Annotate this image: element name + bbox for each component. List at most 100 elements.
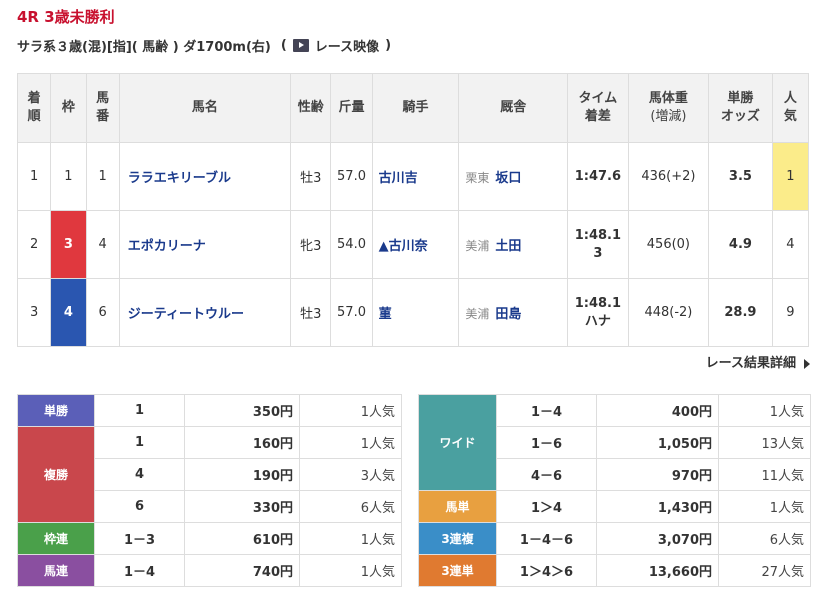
jockey-link[interactable]: 古川吉 (379, 171, 418, 186)
bet-type-label: 複勝 (17, 426, 95, 523)
combination: 1－4－6 (496, 522, 597, 555)
header-name: 馬名 (118, 73, 292, 143)
stable-cell: 栗東 坂口 (458, 142, 569, 211)
carried-weight: 57.0 (330, 142, 373, 211)
jockey-link[interactable]: 菫 (379, 307, 392, 322)
payout-popularity: 1人気 (718, 490, 811, 523)
payout-row: 複勝 1 160円 1人気 (17, 426, 402, 523)
combination: 1 (94, 394, 185, 427)
payout-popularity: 3人気 (299, 458, 402, 491)
bet-type-label: 3連複 (418, 522, 497, 555)
payout-amount: 970円 (596, 458, 719, 491)
race-video-link[interactable]: レース映像 (315, 36, 379, 55)
triangle-right-icon (804, 358, 810, 369)
paren-open: ( (280, 38, 287, 53)
header-sexage: 性齢 (290, 73, 332, 143)
region-label: 美浦 (465, 239, 490, 253)
payout-popularity: 13人気 (718, 426, 811, 459)
horse-name-cell: ジーティートウルー (118, 278, 292, 347)
payout-popularity: 6人気 (299, 490, 402, 523)
header-stable: 厩舎 (458, 73, 569, 143)
combination: 1 (94, 426, 185, 459)
header-odds: 単勝 オッズ (708, 73, 773, 143)
region-label: 美浦 (465, 307, 490, 321)
bet-type-label: 馬単 (418, 490, 497, 523)
header-umaban: 馬番 (85, 73, 120, 143)
bet-type-label: 単勝 (17, 394, 95, 427)
payout-amount: 610円 (184, 522, 300, 555)
body-weight: 436(+2) (627, 142, 710, 211)
popularity: 1 (771, 142, 810, 211)
play-video-icon[interactable] (292, 39, 309, 52)
stable-cell: 美浦 田島 (458, 278, 569, 347)
result-row: 2 3 4 エポカリーナ 牝3 54.0 ▲古川奈 美浦 土田 1:48.1 3 4… (16, 210, 810, 279)
horse-name-cell: エポカリーナ (118, 210, 292, 279)
horse-name-link[interactable]: エポカリーナ (128, 239, 206, 254)
results-table: 着順 枠 馬番 馬名 性齢 斤量 騎手 厩舎 タイム 着差 馬体重 (増減) 単勝オ… (16, 73, 810, 347)
umaban: 4 (85, 210, 120, 279)
combination: 4 (94, 458, 185, 491)
payout-amount: 400円 (596, 394, 719, 427)
time-cell: 1:47.6 (567, 142, 629, 211)
horse-name-link[interactable]: ジーティートウルー (128, 307, 244, 322)
payout-table-right: ワイド 1－4 400円 1人気 1－6 1,050円 13人気 4－6 970円 11人気 馬単 1… (418, 394, 811, 587)
payout-row: 単勝 1 350円 1人気 (17, 394, 402, 427)
combination: 1－6 (496, 426, 597, 459)
combination: 1－4 (496, 394, 597, 427)
payout-row: 馬単 1＞4 1,430円 1人気 (418, 490, 811, 523)
payout-popularity: 1人気 (299, 522, 402, 555)
header-jockey: 騎手 (371, 73, 460, 143)
race-conditions: サラ系３歳(混)[指]( 馬齢 ) ダ1700m(右) ( レース映像 ) (17, 36, 391, 55)
rank: 2 (16, 210, 52, 279)
bet-type-label: ワイド (418, 394, 497, 491)
bet-type-label: 枠連 (17, 522, 95, 555)
combination: 6 (94, 490, 185, 523)
win-odds: 28.9 (708, 278, 773, 347)
jockey-cell: ▲古川奈 (371, 210, 460, 279)
race-result-detail-link[interactable]: レース結果詳細 (706, 352, 810, 371)
trainer-link[interactable]: 坂口 (495, 171, 521, 186)
header-rank: 着順 (16, 73, 52, 143)
trainer-link[interactable]: 土田 (495, 239, 521, 254)
payout-amount: 13,660円 (596, 554, 719, 587)
rank: 1 (16, 142, 52, 211)
payout-popularity: 1人気 (299, 394, 402, 427)
result-row: 1 1 1 ララエキリーブル 牡3 57.0 古川吉 栗東 坂口 1:47.6 4… (16, 142, 810, 211)
bet-type-label: 3連単 (418, 554, 497, 587)
race-title: 4R 3歳未勝利 (17, 8, 115, 26)
sex-age: 牡3 (290, 142, 332, 211)
paren-close: ) (385, 38, 392, 53)
combination: 1－3 (94, 522, 185, 555)
popularity: 4 (771, 210, 810, 279)
region-label: 栗東 (465, 171, 490, 185)
jockey-cell: 菫 (371, 278, 460, 347)
payout-row: 枠連 1－3 610円 1人気 (17, 522, 402, 555)
payout-popularity: 11人気 (718, 458, 811, 491)
header-weight: 斤量 (330, 73, 373, 143)
time-cell: 1:48.1 3 (567, 210, 629, 279)
combination: 1＞4＞6 (496, 554, 597, 587)
payout-amount: 3,070円 (596, 522, 719, 555)
carried-weight: 54.0 (330, 210, 373, 279)
payout-amount: 1,430円 (596, 490, 719, 523)
umaban: 6 (85, 278, 120, 347)
sex-age: 牡3 (290, 278, 332, 347)
horse-name-link[interactable]: ララエキリーブル (128, 171, 231, 186)
combination: 1＞4 (496, 490, 597, 523)
conditions-text: サラ系３歳(混)[指]( 馬齢 ) ダ1700m(右) (17, 40, 271, 55)
payout-row: ワイド 1－4 400円 1人気 (418, 394, 811, 491)
payout-row: 馬連 1－4 740円 1人気 (17, 554, 402, 587)
waku-badge: 3 (50, 210, 87, 279)
payout-popularity: 1人気 (299, 426, 402, 459)
result-row: 3 4 6 ジーティートウルー 牡3 57.0 菫 美浦 田島 1:48.1 ハナ … (16, 278, 810, 347)
payout-amount: 190円 (184, 458, 300, 491)
trainer-link[interactable]: 田島 (495, 307, 521, 322)
jockey-link[interactable]: ▲古川奈 (379, 239, 428, 254)
payout-popularity: 1人気 (299, 554, 402, 587)
stable-cell: 美浦 土田 (458, 210, 569, 279)
payout-amount: 1,050円 (596, 426, 719, 459)
payout-row: 3連単 1＞4＞6 13,660円 27人気 (418, 554, 811, 587)
header-body-weight: 馬体重 (増減) (627, 73, 710, 143)
horse-name-cell: ララエキリーブル (118, 142, 292, 211)
header-waku: 枠 (50, 73, 87, 143)
